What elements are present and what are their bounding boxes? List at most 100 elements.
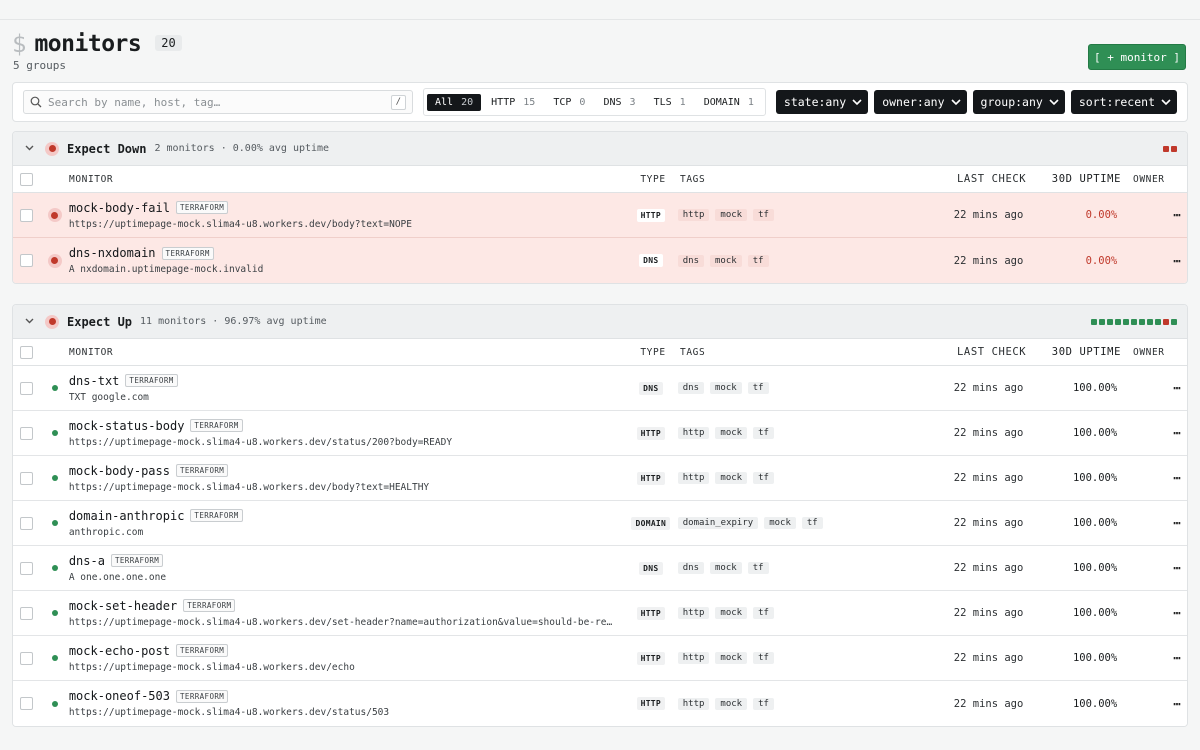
search-input[interactable] — [48, 95, 385, 109]
column-monitor[interactable]: MONITOR — [69, 174, 629, 185]
column-last-check[interactable]: LAST CHECK — [957, 173, 1037, 185]
tag-chip[interactable]: http — [677, 472, 710, 484]
tag-chip[interactable]: mock — [715, 652, 748, 664]
tag-chip[interactable]: tf — [747, 254, 769, 267]
table-row[interactable]: mock-echo-post TERRAFORM https://uptimepag… — [13, 636, 1187, 681]
monitor-name[interactable]: mock-body-pass — [69, 464, 170, 478]
column-type[interactable]: TYPE — [629, 174, 677, 185]
more-actions-icon[interactable]: ⋯ — [1167, 697, 1187, 711]
type-filter-dns[interactable]: DNS 3 — [595, 94, 643, 111]
more-actions-icon[interactable]: ⋯ — [1167, 651, 1187, 665]
table-row[interactable]: dns-nxdomain TERRAFORM A nxdomain.uptimepa… — [13, 238, 1187, 283]
select-all-checkbox[interactable] — [20, 172, 33, 186]
row-status-cell — [41, 253, 69, 268]
tag-chip[interactable]: dns — [677, 382, 704, 394]
table-row[interactable]: mock-body-pass TERRAFORM https://uptimepag… — [13, 456, 1187, 501]
column-uptime[interactable]: 30D UPTIME — [1037, 346, 1121, 358]
more-actions-icon[interactable]: ⋯ — [1167, 561, 1187, 575]
group-dropdown[interactable]: group:any — [972, 90, 1065, 114]
monitor-name[interactable]: mock-set-header — [69, 599, 177, 613]
tag-chip[interactable]: tf — [753, 427, 774, 439]
tag-chip[interactable]: mock — [715, 697, 748, 710]
table-row[interactable]: mock-body-fail TERRAFORM https://uptimepag… — [13, 193, 1187, 238]
tag-chip[interactable]: tf — [753, 472, 774, 484]
tag-chip[interactable]: http — [677, 209, 710, 221]
more-actions-icon[interactable]: ⋯ — [1167, 471, 1187, 485]
tag-chip[interactable]: dns — [677, 562, 704, 574]
tag-chip[interactable]: mock — [710, 254, 742, 267]
table-row[interactable]: mock-status-body TERRAFORM https://uptimep… — [13, 411, 1187, 456]
tag-chip[interactable]: mock — [710, 562, 742, 574]
state-dropdown[interactable]: state:any — [775, 90, 869, 114]
monitor-name[interactable]: mock-status-body — [69, 419, 185, 433]
monitor-name[interactable]: mock-oneof-503 — [69, 689, 170, 703]
tag-chip[interactable]: mock — [710, 382, 742, 394]
chevron-down-icon[interactable] — [25, 317, 37, 327]
tag-chip[interactable]: dns — [677, 254, 704, 267]
tag-chip[interactable]: tf — [753, 652, 774, 664]
tag-chip[interactable]: tf — [753, 697, 774, 710]
row-checkbox[interactable] — [20, 426, 33, 440]
more-actions-icon[interactable]: ⋯ — [1167, 606, 1187, 620]
tag-chip[interactable]: http — [677, 607, 710, 619]
table-row[interactable]: dns-txt TERRAFORM TXT google.com DNS dns mock… — [13, 366, 1187, 411]
sort-dropdown[interactable]: sort:recent — [1070, 90, 1177, 114]
type-filter-all[interactable]: All 20 — [427, 93, 482, 111]
table-row[interactable]: domain-anthropic TERRAFORM anthropic.com DO… — [13, 501, 1187, 546]
type-filter-domain[interactable]: DOMAIN 1 — [696, 94, 762, 111]
row-checkbox[interactable] — [20, 471, 33, 485]
monitor-name[interactable]: mock-echo-post — [69, 644, 170, 658]
table-row[interactable]: mock-oneof-503 TERRAFORM https://uptimepag… — [13, 681, 1187, 726]
tag-chip[interactable]: http — [677, 427, 710, 439]
column-type[interactable]: TYPE — [629, 347, 677, 358]
search-box[interactable]: / — [23, 90, 414, 114]
tag-chip[interactable]: tf — [753, 209, 774, 221]
column-last-check[interactable]: LAST CHECK — [957, 346, 1037, 358]
table-row[interactable]: dns-a TERRAFORM A one.one.one.one DNS dns moc… — [13, 546, 1187, 591]
monitor-name[interactable]: mock-body-fail — [69, 201, 170, 215]
row-checkbox[interactable] — [20, 381, 33, 395]
tag-chip[interactable]: http — [677, 697, 710, 710]
more-actions-icon[interactable]: ⋯ — [1167, 254, 1187, 268]
type-filter-tls[interactable]: TLS 1 — [646, 94, 694, 111]
tag-chip[interactable]: domain_expiry — [677, 517, 759, 529]
tag-chip[interactable]: mock — [715, 427, 748, 439]
tag-chip[interactable]: mock — [715, 209, 748, 221]
group-header[interactable]: Expect Up 11 monitors · 96.97% avg uptime — [13, 305, 1187, 339]
row-checkbox[interactable] — [20, 561, 33, 575]
row-checkbox[interactable] — [20, 606, 33, 620]
chevron-down-icon[interactable] — [25, 144, 37, 154]
more-actions-icon[interactable]: ⋯ — [1167, 426, 1187, 440]
tag-chip[interactable]: tf — [801, 517, 823, 529]
select-all-checkbox[interactable] — [20, 345, 33, 359]
owner-dropdown[interactable]: owner:any — [874, 90, 967, 114]
column-owner[interactable]: OWNER — [1121, 174, 1171, 185]
row-checkbox[interactable] — [20, 254, 33, 267]
tag-chip[interactable]: mock — [715, 472, 748, 484]
more-actions-icon[interactable]: ⋯ — [1167, 516, 1187, 530]
more-actions-icon[interactable]: ⋯ — [1167, 208, 1187, 222]
monitor-name[interactable]: dns-nxdomain — [69, 246, 156, 260]
row-checkbox[interactable] — [20, 516, 33, 530]
tag-chip[interactable]: mock — [715, 607, 748, 619]
column-monitor[interactable]: MONITOR — [69, 347, 629, 358]
new-monitor-button[interactable]: [ + monitor ] — [1088, 44, 1186, 70]
table-row[interactable]: mock-set-header TERRAFORM https://uptimepa… — [13, 591, 1187, 636]
row-checkbox[interactable] — [20, 651, 33, 665]
group-header[interactable]: Expect Down 2 monitors · 0.00% avg uptime — [13, 132, 1187, 166]
tag-chip[interactable]: tf — [753, 607, 774, 619]
type-filter-tcp[interactable]: TCP 0 — [545, 94, 593, 111]
type-filter-http[interactable]: HTTP 15 — [483, 94, 543, 111]
tag-chip[interactable]: tf — [747, 382, 769, 394]
column-uptime[interactable]: 30D UPTIME — [1037, 173, 1121, 185]
row-checkbox[interactable] — [20, 208, 33, 222]
tag-chip[interactable]: tf — [747, 562, 769, 574]
tag-chip[interactable]: http — [677, 652, 710, 664]
tag-chip[interactable]: mock — [764, 517, 796, 529]
column-owner[interactable]: OWNER — [1121, 347, 1171, 358]
monitor-name[interactable]: dns-txt — [69, 374, 120, 388]
row-checkbox[interactable] — [20, 697, 33, 710]
monitor-name[interactable]: domain-anthropic — [69, 509, 185, 523]
more-actions-icon[interactable]: ⋯ — [1167, 381, 1187, 395]
monitor-name[interactable]: dns-a — [69, 554, 105, 568]
